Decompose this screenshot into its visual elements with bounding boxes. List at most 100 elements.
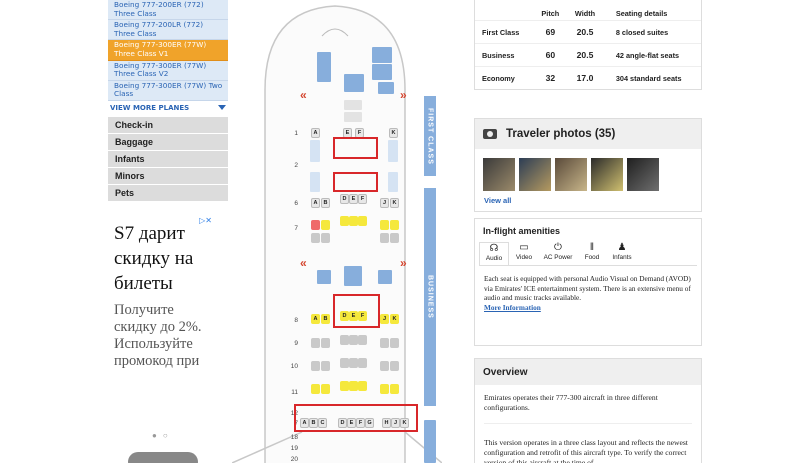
lavatory-block [344, 74, 364, 92]
seat[interactable] [380, 361, 389, 371]
seat[interactable] [340, 216, 349, 226]
photo-thumbnail[interactable] [591, 158, 623, 191]
fork-knife-icon: ‖ [589, 242, 595, 253]
menu-item-baggage[interactable]: Baggage [108, 133, 228, 151]
more-information-link[interactable]: More Information [484, 303, 541, 312]
seat[interactable] [349, 216, 358, 226]
seat[interactable] [311, 233, 320, 243]
lavatory-block [378, 82, 394, 94]
class-pitch: 60 [545, 50, 556, 60]
first-class-label: FIRST CLASS [424, 96, 436, 176]
seat-8b[interactable]: B [321, 314, 330, 324]
seat[interactable] [349, 335, 358, 345]
seat[interactable] [311, 338, 320, 348]
photo-thumbnail[interactable] [627, 158, 659, 191]
photo-thumbnail[interactable] [483, 158, 515, 191]
tab-label: Video [515, 254, 533, 261]
seat[interactable] [321, 361, 330, 371]
seat[interactable] [321, 220, 330, 230]
menu-item-check-in[interactable]: Check-in [108, 116, 228, 134]
seat-8a[interactable]: A [311, 314, 320, 324]
seat[interactable] [380, 233, 389, 243]
seat[interactable] [358, 335, 367, 345]
seat-6d[interactable]: D [340, 194, 349, 204]
seat[interactable] [380, 220, 389, 230]
plane-item-77w-two-class[interactable]: Boeing 777-300ER (77W) Two Class [108, 80, 228, 101]
seat[interactable] [340, 381, 349, 391]
seat-6j[interactable]: J [380, 198, 389, 208]
seat[interactable] [380, 384, 389, 394]
seat-6e[interactable]: E [349, 194, 358, 204]
menu-item-infants[interactable]: Infants [108, 150, 228, 168]
plane-item-772-three-class[interactable]: Boeing 777-200ER (772) Three Class [108, 0, 228, 21]
ad-subtitle: Получите скидку до 2%. Используйте промо… [114, 302, 202, 369]
plug-icon: ⏻ [554, 242, 562, 253]
seat[interactable] [349, 381, 358, 391]
seat[interactable] [349, 358, 358, 368]
seat[interactable] [390, 361, 399, 371]
class-details: 8 closed suites [615, 27, 669, 37]
ad-close-icon[interactable]: ▷✕ [199, 216, 212, 225]
row-number: 7 [294, 225, 298, 232]
photo-strip [475, 149, 701, 191]
amenities-tabs: ☊ Audio ▭ Video ⏻ AC Power ‖ Food ♟ Infa… [475, 236, 701, 265]
photo-thumbnail[interactable] [519, 158, 551, 191]
seat[interactable] [321, 338, 330, 348]
right-column: Pitch Width Seating details First Class … [474, 0, 702, 90]
view-more-planes-link[interactable]: VIEW MORE PLANES [108, 101, 228, 115]
seat[interactable] [321, 233, 330, 243]
seat-6a[interactable]: A [311, 198, 320, 208]
tab-video[interactable]: ▭ Video [509, 242, 539, 265]
tab-infants[interactable]: ♟ Infants [607, 242, 637, 265]
seat[interactable] [321, 384, 330, 394]
seat[interactable] [311, 361, 320, 371]
ad-carousel-dots[interactable]: ●○ [152, 431, 174, 440]
tab-ac-power[interactable]: ⏻ AC Power [539, 242, 577, 265]
seat-8j[interactable]: J [380, 314, 389, 324]
view-all-photos-link[interactable]: View all [475, 191, 701, 210]
row-number: 20 [290, 456, 298, 463]
seat[interactable] [390, 384, 399, 394]
seat-1k[interactable]: K [389, 128, 398, 138]
photo-thumbnail[interactable] [555, 158, 587, 191]
seat[interactable] [390, 233, 399, 243]
class-pitch: 32 [545, 73, 556, 83]
seat[interactable] [390, 338, 399, 348]
menu-item-pets[interactable]: Pets [108, 184, 228, 202]
menu-item-minors[interactable]: Minors [108, 167, 228, 185]
tab-label: Audio [485, 255, 503, 262]
seat[interactable] [340, 358, 349, 368]
tab-label: Infants [612, 254, 632, 261]
class-row: Business 60 20.5 42 angle-flat seats [475, 43, 701, 66]
tab-label: AC Power [543, 254, 573, 261]
seating-details-header: Seating details [615, 8, 668, 18]
seat[interactable] [340, 335, 349, 345]
overview-title: Overview [475, 359, 701, 385]
exit-left-icon: « [300, 88, 307, 102]
seat[interactable] [358, 358, 367, 368]
seat[interactable] [311, 220, 320, 230]
seat[interactable] [358, 216, 367, 226]
seat-6b[interactable]: B [321, 198, 330, 208]
seat[interactable] [390, 220, 399, 230]
class-width: 17.0 [576, 73, 594, 83]
advertisement[interactable]: ▷✕ S7 дарит скидку на билеты Получите ск… [114, 215, 212, 463]
plane-item-77w-three-class-v1[interactable]: Boeing 777-300ER (77W) Three Class V1 [108, 40, 228, 61]
seat-8k[interactable]: K [390, 314, 399, 324]
seat[interactable] [358, 381, 367, 391]
ad-button[interactable] [128, 452, 198, 463]
highlight-box [294, 404, 418, 432]
seat-6f[interactable]: F [358, 194, 367, 204]
tab-audio[interactable]: ☊ Audio [479, 242, 509, 265]
traveler-photos-title: Traveler photos (35) [506, 128, 616, 140]
plane-item-77w-three-class-v2[interactable]: Boeing 777-300ER (77W) Three Class V2 [108, 60, 228, 81]
row-number: 9 [294, 340, 298, 347]
class-row: Economy 32 17.0 304 standard seats [475, 66, 701, 89]
seat[interactable] [380, 338, 389, 348]
seat-6k[interactable]: K [390, 198, 399, 208]
seat-1a[interactable]: A [311, 128, 320, 138]
business-class-label: BUSINESS [424, 188, 436, 406]
plane-item-772lr-three-class[interactable]: Boeing 777-200LR (772) Three Class [108, 20, 228, 41]
tab-food[interactable]: ‖ Food [577, 242, 607, 265]
seat[interactable] [311, 384, 320, 394]
